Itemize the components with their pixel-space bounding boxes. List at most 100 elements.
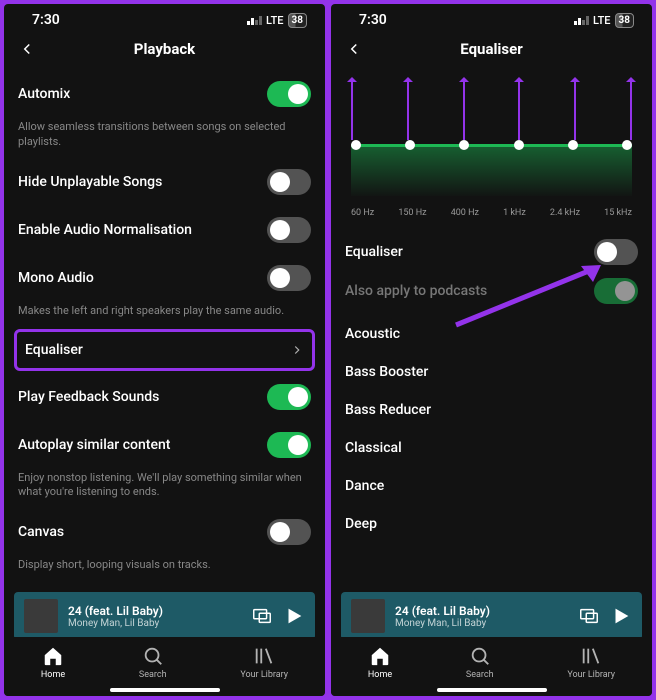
chevron-right-icon [290, 343, 304, 357]
setting-label: Equaliser [25, 342, 83, 358]
home-icon [42, 645, 64, 667]
setting-automix[interactable]: Automix [18, 70, 311, 118]
preset-item[interactable]: Bass Reducer [345, 391, 638, 429]
home-indicator [437, 688, 547, 692]
equaliser-screen: 7:30 LTE 38 Equaliser 60 Hz 150 Hz 400 H… [331, 4, 652, 696]
setting-canvas[interactable]: Canvas [18, 508, 311, 556]
status-indicators: LTE 38 [247, 13, 307, 28]
signal-icon [574, 16, 589, 25]
nav-home[interactable]: Home [41, 645, 65, 680]
page-title: Playback [134, 40, 195, 58]
setting-label: Automix [18, 86, 70, 102]
eq-fill-area [351, 144, 632, 196]
toggle-automix[interactable] [267, 81, 311, 107]
freq-label: 60 Hz [351, 208, 374, 218]
preset-item[interactable]: Bass Booster [345, 353, 638, 391]
equaliser-graph[interactable]: 60 Hz 150 Hz 400 Hz 1 kHz 2.4 kHz 15 kHz [351, 74, 632, 224]
toggle-hide-unplayable[interactable] [267, 169, 311, 195]
status-time: 7:30 [359, 12, 387, 28]
header: Playback [4, 30, 325, 70]
track-artist: Money Man, Lil Baby [395, 618, 568, 629]
eq-handle[interactable] [405, 140, 415, 150]
library-icon [253, 645, 275, 667]
setting-label: Canvas [18, 524, 64, 540]
setting-normalisation[interactable]: Enable Audio Normalisation [18, 206, 311, 254]
nav-label: Home [41, 670, 65, 680]
cast-icon[interactable] [578, 605, 600, 627]
toggle-mono-audio[interactable] [267, 265, 311, 291]
status-bar: 7:30 LTE 38 [331, 4, 652, 30]
eq-handle[interactable] [622, 140, 632, 150]
preset-item[interactable]: Classical [345, 429, 638, 467]
setting-hide-unplayable[interactable]: Hide Unplayable Songs [18, 158, 311, 206]
play-icon[interactable] [283, 605, 305, 627]
network-label: LTE [593, 14, 611, 27]
toggle-equaliser[interactable] [594, 239, 638, 265]
setting-equaliser-toggle[interactable]: Equaliser [345, 228, 638, 276]
back-icon[interactable] [18, 40, 36, 58]
search-icon [142, 645, 164, 667]
play-icon[interactable] [610, 605, 632, 627]
nav-label: Your Library [240, 670, 288, 680]
setting-feedback-sounds[interactable]: Play Feedback Sounds [18, 373, 311, 421]
nav-library[interactable]: Your Library [567, 645, 615, 680]
battery-icon: 38 [615, 13, 634, 28]
toggle-podcasts[interactable] [594, 278, 638, 304]
now-playing-bar[interactable]: 24 (feat. Lil Baby) Money Man, Lil Baby [14, 592, 315, 640]
setting-label: Hide Unplayable Songs [18, 174, 162, 190]
preset-item[interactable]: Deep [345, 505, 638, 543]
back-icon[interactable] [345, 40, 363, 58]
freq-label: 15 kHz [604, 208, 632, 218]
track-artist: Money Man, Lil Baby [68, 618, 241, 629]
track-info: 24 (feat. Lil Baby) Money Man, Lil Baby [68, 604, 241, 629]
eq-handle[interactable] [514, 140, 524, 150]
status-time: 7:30 [32, 12, 60, 28]
setting-label: Play Feedback Sounds [18, 389, 159, 405]
eq-frequency-labels: 60 Hz 150 Hz 400 Hz 1 kHz 2.4 kHz 15 kHz [351, 208, 632, 218]
search-icon [469, 645, 491, 667]
preset-item[interactable]: Dance [345, 467, 638, 505]
album-art [24, 599, 58, 633]
setting-equaliser[interactable]: Equaliser [14, 329, 315, 371]
setting-label: Also apply to podcasts [345, 283, 487, 299]
freq-label: 2.4 kHz [550, 208, 580, 218]
nav-home[interactable]: Home [368, 645, 392, 680]
nav-label: Your Library [567, 670, 615, 680]
toggle-canvas[interactable] [267, 519, 311, 545]
setting-mono-audio[interactable]: Mono Audio [18, 254, 311, 302]
eq-handles [351, 140, 632, 150]
eq-handle[interactable] [568, 140, 578, 150]
toggle-autoplay[interactable] [267, 432, 311, 458]
battery-icon: 38 [288, 13, 307, 28]
album-art [351, 599, 385, 633]
nav-label: Home [368, 670, 392, 680]
track-title: 24 (feat. Lil Baby) [395, 604, 568, 618]
setting-desc: Display short, looping visuals on tracks… [18, 556, 311, 581]
now-playing-bar[interactable]: 24 (feat. Lil Baby) Money Man, Lil Baby [341, 592, 642, 640]
eq-handle[interactable] [459, 140, 469, 150]
setting-desc: Enjoy nonstop listening. We'll play some… [18, 469, 311, 509]
cast-icon[interactable] [251, 605, 273, 627]
setting-autoplay[interactable]: Autoplay similar content [18, 421, 311, 469]
nav-search[interactable]: Search [466, 645, 494, 680]
freq-label: 150 Hz [398, 208, 426, 218]
freq-label: 1 kHz [503, 208, 526, 218]
eq-handle[interactable] [351, 140, 361, 150]
setting-podcasts[interactable]: Also apply to podcasts [345, 276, 638, 315]
toggle-feedback-sounds[interactable] [267, 384, 311, 410]
setting-label: Enable Audio Normalisation [18, 222, 192, 238]
preset-item[interactable]: Acoustic [345, 315, 638, 353]
nav-library[interactable]: Your Library [240, 645, 288, 680]
setting-desc: Makes the left and right speakers play t… [18, 302, 311, 327]
page-title: Equaliser [460, 40, 522, 58]
setting-label: Autoplay similar content [18, 437, 170, 453]
header: Equaliser [331, 30, 652, 70]
home-icon [369, 645, 391, 667]
signal-icon [247, 16, 262, 25]
nav-search[interactable]: Search [139, 645, 167, 680]
playback-settings-screen: 7:30 LTE 38 Playback Automix Allow seaml… [4, 4, 325, 696]
nav-label: Search [466, 670, 494, 680]
setting-label: Mono Audio [18, 270, 94, 286]
setting-desc: Allow seamless transitions between songs… [18, 118, 311, 158]
toggle-normalisation[interactable] [267, 217, 311, 243]
